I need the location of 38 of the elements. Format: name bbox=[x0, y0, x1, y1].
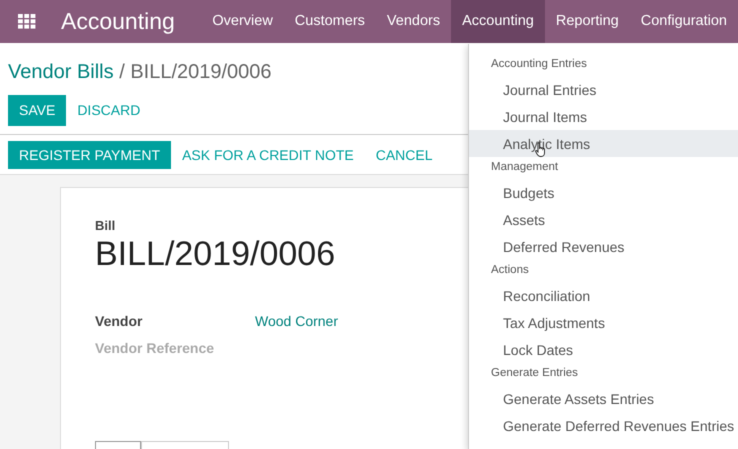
primary-button[interactable]: SAVE bbox=[8, 95, 66, 126]
menu-tab[interactable]: Overview bbox=[201, 0, 284, 43]
apps-grid-icon[interactable] bbox=[18, 14, 36, 29]
menu-item[interactable]: Deferred Revenues bbox=[469, 233, 738, 260]
menu-item[interactable]: Reconciliation bbox=[469, 282, 738, 309]
menu-item[interactable]: Assets bbox=[469, 206, 738, 233]
menu-item[interactable]: Journal Entries bbox=[469, 76, 738, 103]
document-type-label: Bill bbox=[95, 217, 116, 235]
primary-button[interactable]: REGISTER PAYMENT bbox=[8, 141, 172, 169]
notebook-tab[interactable] bbox=[141, 440, 229, 449]
notebook-tab[interactable] bbox=[95, 440, 141, 449]
field-label: Vendor Reference bbox=[95, 338, 216, 358]
menu-item[interactable]: Tax Adjustments bbox=[469, 309, 738, 336]
menu-section-header: Generate Entries bbox=[490, 366, 579, 381]
menu-tab[interactable]: Accounting bbox=[451, 0, 545, 43]
document-title: BILL/2019/0006 bbox=[95, 236, 336, 273]
app-title: Accounting bbox=[60, 7, 175, 36]
menu-tab[interactable]: Reporting bbox=[544, 0, 630, 43]
link-button[interactable]: CANCEL bbox=[364, 141, 444, 169]
menu-tab[interactable]: Configuration bbox=[630, 0, 738, 43]
link-button[interactable]: ASK FOR A CREDIT NOTE bbox=[171, 141, 365, 169]
menu-tab[interactable]: Vendors bbox=[376, 0, 452, 43]
breadcrumb-current: BILL/2019/0006 bbox=[130, 61, 272, 83]
field-label: Vendor bbox=[95, 312, 144, 331]
menu-item[interactable]: Journal Items bbox=[469, 103, 738, 130]
breadcrumb-link[interactable]: Vendor Bills bbox=[8, 61, 114, 83]
menu-item[interactable]: Generate Assets Entries bbox=[469, 385, 738, 412]
menu-section-header: Accounting Entries bbox=[490, 57, 588, 72]
menu-item[interactable]: Lock Dates bbox=[469, 336, 738, 363]
menu-item[interactable]: Generate Deferred Revenues Entries bbox=[469, 412, 738, 439]
field-value-link[interactable]: Wood Corner bbox=[255, 310, 338, 332]
menu-tab[interactable]: Customers bbox=[284, 0, 376, 43]
link-button[interactable]: DISCARD bbox=[66, 95, 152, 126]
menu-item[interactable]: Budgets bbox=[469, 179, 738, 206]
menu-item[interactable]: Analytic Items bbox=[469, 130, 738, 157]
menu-section-header: Actions bbox=[490, 263, 530, 278]
menu-section-header: Management bbox=[490, 160, 560, 175]
breadcrumb-separator: / bbox=[119, 61, 125, 83]
